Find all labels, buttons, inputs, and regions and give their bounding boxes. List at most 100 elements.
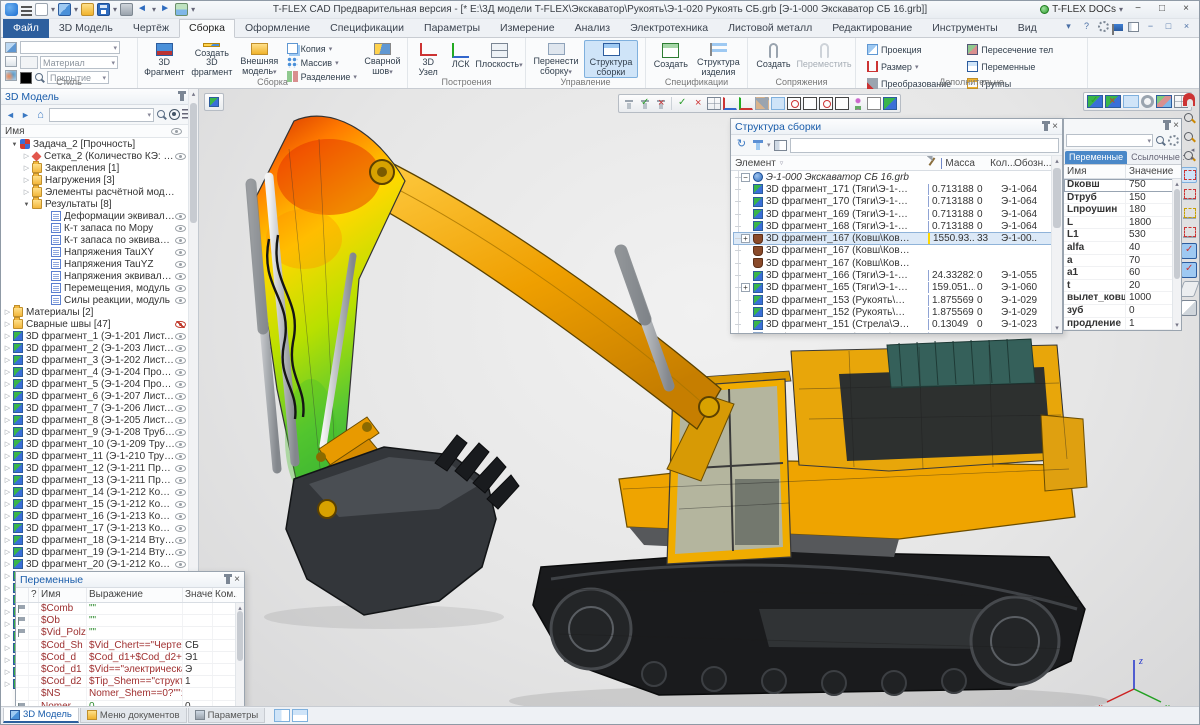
tree-item[interactable]: 3D фрагмент_11 (Э-1-210 Труба.grb): [1, 450, 198, 462]
variable-row[interactable]: Dковш 750: [1064, 179, 1181, 192]
tree-item[interactable]: 3D фрагмент_14 (Э-1-212 Кольцо.grb): [1, 486, 198, 498]
ribbon-tab[interactable]: Редактирование: [822, 19, 922, 38]
external-model-button[interactable]: Внешняя модель: [237, 40, 282, 78]
variable-comment-cell[interactable]: [213, 627, 237, 638]
ribbon-tab[interactable]: Листовой металл: [718, 19, 822, 38]
variable-expression-cell[interactable]: $Tip_Shem=="структурная"?"1":($Tip...: [87, 676, 183, 687]
eye-icon[interactable]: [175, 537, 186, 544]
section-view-icon[interactable]: [1181, 167, 1197, 183]
expand-icon[interactable]: [3, 560, 12, 568]
variables-editor-scrollbar[interactable]: ▴: [235, 603, 244, 708]
projection-button[interactable]: Проекция: [864, 43, 954, 56]
expand-icon[interactable]: [3, 344, 12, 352]
expand-icon[interactable]: [3, 332, 12, 340]
expand-icon[interactable]: [22, 152, 31, 160]
tree-item[interactable]: Закрепления [1]: [1, 162, 198, 174]
expand-box-icon[interactable]: [741, 234, 750, 243]
ribbon-tab[interactable]: Инструменты: [922, 19, 1007, 38]
home-icon[interactable]: ⌂: [34, 109, 47, 121]
back-icon[interactable]: ◄: [4, 110, 17, 120]
layout-icon[interactable]: [1128, 22, 1139, 32]
variable-expression-cell[interactable]: $Vid_Chert=="Чертеж"?"":($Vid_Chert..: [87, 640, 183, 651]
variable-row[interactable]: L 1800: [1064, 217, 1181, 230]
variables-scrollbar[interactable]: ▴▾: [1172, 179, 1181, 330]
save-icon[interactable]: [97, 3, 110, 16]
check-body-icon[interactable]: [1181, 243, 1197, 259]
variables-search-input[interactable]: [1066, 134, 1153, 147]
pin-icon[interactable]: [180, 93, 184, 101]
save-cell-icon[interactable]: [1037, 319, 1049, 330]
magnet-snap-icon[interactable]: [1183, 93, 1195, 106]
close-window-icon[interactable]: ×: [1052, 122, 1058, 132]
expand-icon[interactable]: [22, 176, 31, 184]
eye-icon[interactable]: [175, 489, 186, 496]
assembly-row[interactable]: 3D фрагмент_153 (Рукоять\Э-1-029 Втулка.…: [733, 294, 1062, 306]
variable-expression-cell[interactable]: $Vid=="электрическая"?"Э":($Vid==...: [87, 664, 183, 675]
variable-row[interactable]: вылет_ковша 1000: [1064, 292, 1181, 305]
filter-clear-icon[interactable]: [654, 97, 668, 110]
qa-customize-icon[interactable]: ▾: [191, 5, 195, 14]
expand-icon[interactable]: [3, 380, 12, 388]
edge-filter-icon[interactable]: [803, 97, 817, 110]
variable-row[interactable]: a1 60: [1064, 267, 1181, 280]
tree-item[interactable]: 3D фрагмент_16 (Э-1-213 Кольцо.grb): [1, 510, 198, 522]
filter-apply-icon[interactable]: [638, 97, 652, 110]
expand-icon[interactable]: [22, 201, 31, 208]
eye-icon[interactable]: [175, 513, 186, 520]
3d-fragment-button[interactable]: 3D Фрагмент: [142, 40, 187, 78]
assembly-row[interactable]: 3D фрагмент_168 (Тяги\Э-1-064 Шайба.grb)…: [733, 220, 1062, 232]
axis-filter-icon[interactable]: [723, 97, 737, 110]
variable-name-cell[interactable]: $Cod_d: [39, 652, 87, 663]
solid-filter-icon[interactable]: [771, 97, 785, 110]
expand-icon[interactable]: [3, 596, 12, 604]
variable-comment-cell[interactable]: [213, 688, 237, 699]
variable-row[interactable]: a 70: [1064, 255, 1181, 268]
eye-icon[interactable]: [175, 405, 186, 412]
tree-item[interactable]: 3D фрагмент_13 (Э-1-211 Проушина.grb): [1, 474, 198, 486]
expand-icon[interactable]: [3, 488, 12, 496]
variable-row[interactable]: зуб 0: [1064, 305, 1181, 318]
create-3d-fragment-button[interactable]: Создать 3D фрагмент: [189, 40, 235, 78]
variable-comment-cell[interactable]: [213, 676, 237, 687]
fragment-filter-icon[interactable]: [883, 97, 897, 110]
tree-item[interactable]: 3D фрагмент_6 (Э-1-207 Лист.grb): [1, 390, 198, 402]
assembly-row[interactable]: 3D фрагмент_166 (Тяги\Э-1-055 Ось.grb) 2…: [733, 269, 1062, 281]
ribbon-tab[interactable]: Анализ: [565, 19, 620, 38]
open-icon[interactable]: [81, 3, 94, 16]
assembly-row[interactable]: 3D фрагмент_152 (Рукоять\Э-1-029 Втулка.…: [733, 306, 1062, 318]
style-combo[interactable]: [20, 41, 120, 54]
clip-plane-icon[interactable]: [1181, 186, 1197, 202]
variable-expression-cell[interactable]: Nomer_Shem==0?"":"."+FTOA(Nome...: [87, 688, 183, 699]
expand-box-icon[interactable]: [741, 283, 750, 292]
tree-item[interactable]: Напряжения эквивалентные: [1, 270, 198, 282]
filter-icon[interactable]: [752, 139, 764, 151]
ribbon-tab[interactable]: Оформление: [235, 19, 320, 38]
expand-icon[interactable]: [3, 680, 12, 688]
ribbon-tab[interactable]: Электротехника: [620, 19, 718, 38]
variable-comment-cell[interactable]: [213, 652, 237, 663]
tree-item[interactable]: 3D фрагмент_18 (Э-1-214 Втулка.grb): [1, 534, 198, 546]
eye-icon[interactable]: [175, 261, 186, 268]
search-icon[interactable]: [156, 109, 167, 120]
variable-name-cell[interactable]: $Ob: [39, 615, 87, 626]
variable-comment-cell[interactable]: [213, 640, 237, 651]
expand-icon[interactable]: [3, 608, 12, 616]
variable-name-cell[interactable]: $Cod_d1: [39, 664, 87, 675]
close-window-icon[interactable]: ×: [234, 575, 240, 585]
variable-editor-row[interactable]: $Cod_Sh $Vid_Chert=="Чертеж"?"":($Vid_Ch…: [16, 640, 244, 652]
expand-icon[interactable]: [3, 584, 12, 592]
check-assembly-icon[interactable]: [1181, 262, 1197, 278]
ribbon-tab[interactable]: Параметры: [414, 19, 490, 38]
variable-editor-row[interactable]: $Comb "": [16, 603, 244, 615]
tree-item[interactable]: 3D фрагмент_8 (Э-1-205 Лист.grb): [1, 414, 198, 426]
tree-search-input[interactable]: [49, 108, 154, 122]
expand-icon[interactable]: [3, 416, 12, 424]
create-spec-button[interactable]: Создать: [650, 40, 692, 78]
viewport-fragment-button[interactable]: [204, 93, 224, 111]
variable-expression-cell[interactable]: $Cod_d1+$Cod_d2+$NS: [87, 652, 183, 663]
tree-item[interactable]: 3D фрагмент_7 (Э-1-206 Лист.grb): [1, 402, 198, 414]
doc-minimize-icon[interactable]: −: [1144, 20, 1157, 33]
tree-item[interactable]: Материалы [2]: [1, 306, 198, 318]
section-plane-icon[interactable]: [1181, 205, 1197, 221]
tree-item[interactable]: Силы реакции, модуль: [1, 294, 198, 306]
